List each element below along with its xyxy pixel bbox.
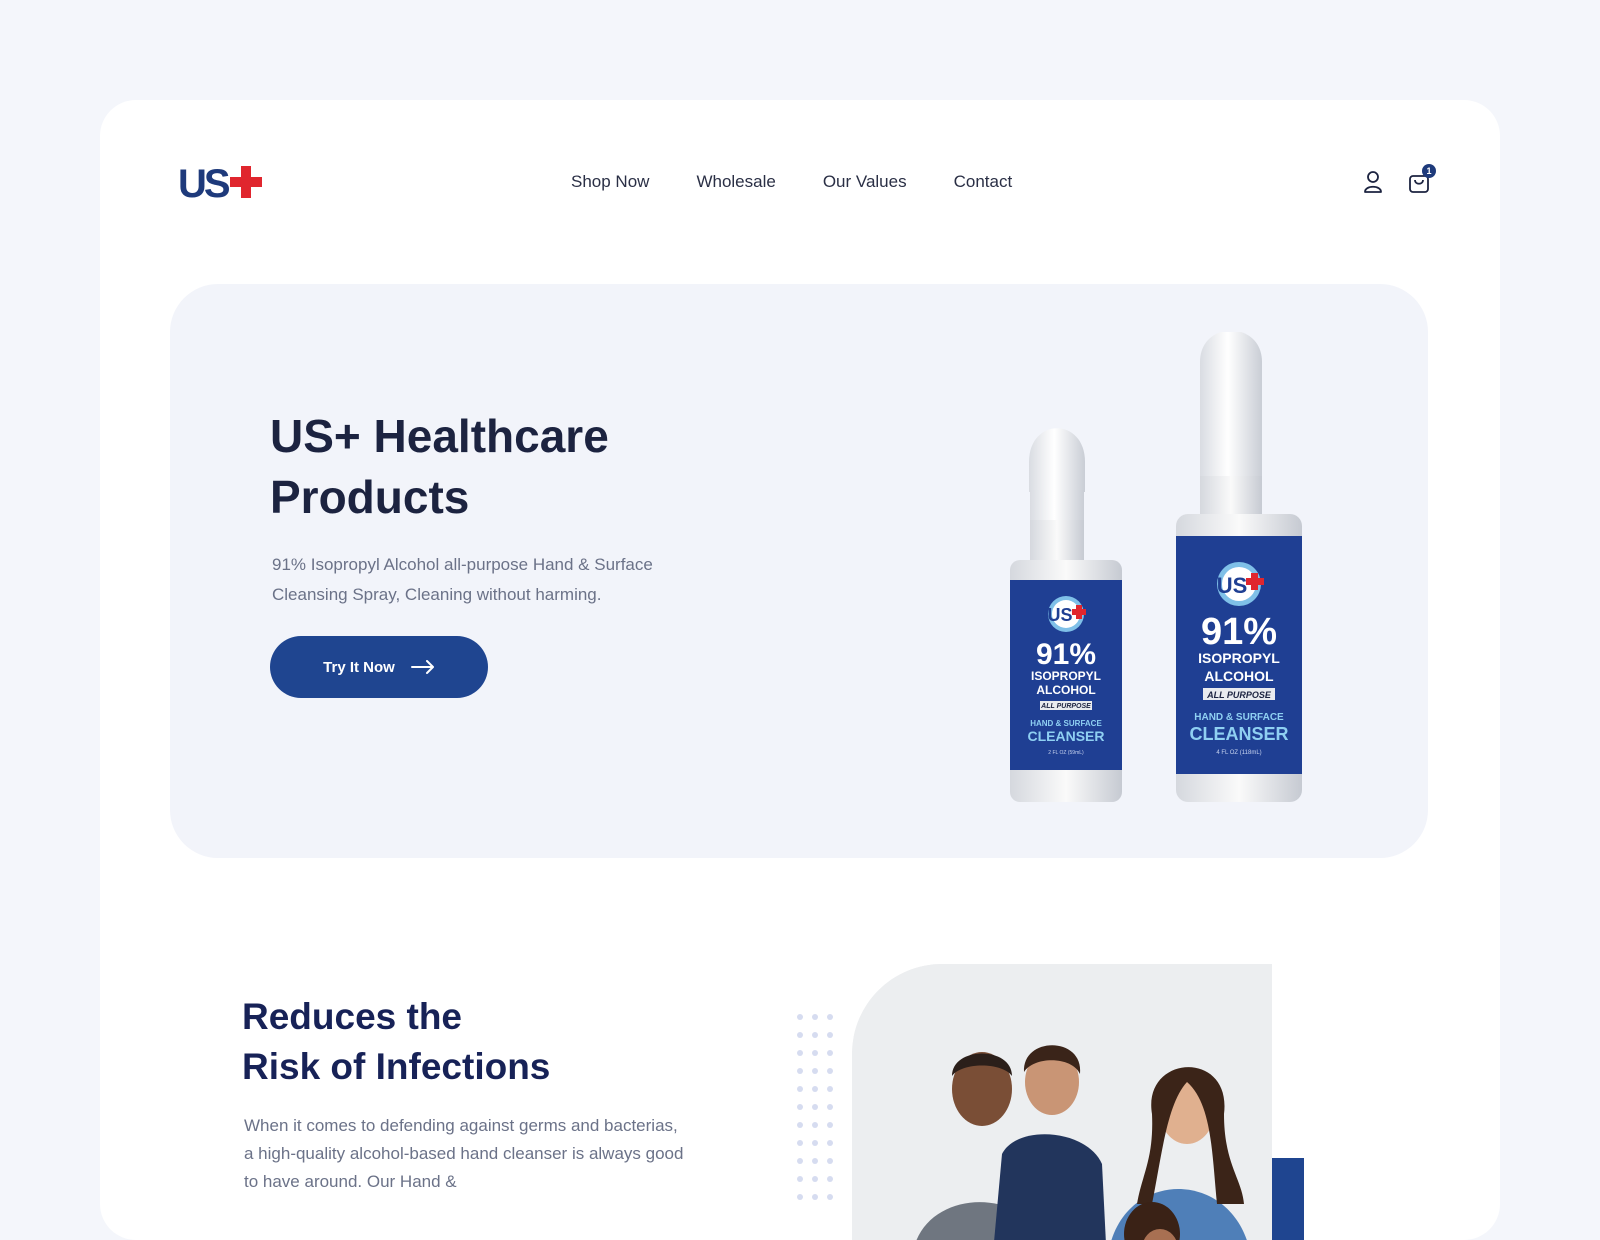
- large-bottle-line1: ISOPROPYL: [1198, 650, 1280, 666]
- small-bottle-tag: ALL PURPOSE: [1040, 703, 1091, 710]
- small-bottle-line2: ALCOHOL: [1036, 683, 1095, 697]
- small-bottle-logo: US: [1047, 605, 1072, 625]
- section-body-text: When it comes to defending against germs…: [244, 1116, 684, 1191]
- small-bottle-volume: 2 FL OZ (59mL): [1048, 750, 1084, 756]
- hero-title: US+ Healthcare Products: [270, 406, 750, 528]
- decorative-accent-block: [1272, 1158, 1304, 1240]
- nav-shop-now[interactable]: Shop Now: [571, 172, 649, 192]
- large-bottle-percent: 91%: [1201, 611, 1277, 653]
- nav-wholesale[interactable]: Wholesale: [696, 172, 775, 192]
- small-bottle-use: HAND & SURFACE: [1030, 719, 1102, 728]
- large-bottle-volume: 4 FL OZ (118mL): [1216, 750, 1261, 756]
- small-bottle: US 91% ISOPROPYL ALCOHOL ALL PURPOSE HAN…: [1010, 428, 1122, 802]
- nav-contact[interactable]: Contact: [954, 172, 1013, 192]
- decorative-dots: [797, 1014, 833, 1200]
- brand-logo[interactable]: US: [178, 162, 262, 207]
- section-title-line2: Risk of Infections: [242, 1046, 551, 1087]
- large-bottle: US 91% ISOPROPYL ALCOHOL ALL PURPOSE HAN…: [1176, 332, 1302, 802]
- small-bottle-type: CLEANSER: [1027, 728, 1104, 744]
- section-title-line1: Reduces the: [242, 996, 463, 1037]
- hero-subtitle: 91% Isopropyl Alcohol all-purpose Hand &…: [272, 555, 653, 604]
- hero-title-line1: US+ Healthcare: [270, 410, 609, 462]
- large-bottle-type: CLEANSER: [1189, 724, 1288, 744]
- large-bottle-logo: US: [1217, 573, 1248, 598]
- hero-banner: US+ Healthcare Products 91% Isopropyl Al…: [170, 284, 1428, 858]
- cart-count-badge: 1: [1422, 164, 1436, 178]
- user-icon[interactable]: [1362, 170, 1384, 194]
- small-bottle-line1: ISOPROPYL: [1031, 669, 1101, 683]
- header-actions: 1: [1362, 164, 1436, 194]
- main-nav: Shop Now Wholesale Our Values Contact: [571, 172, 1012, 192]
- cta-label: Try It Now: [323, 658, 395, 676]
- hero-title-line2: Products: [270, 471, 470, 523]
- shopping-bag-icon[interactable]: 1: [1408, 164, 1436, 194]
- large-bottle-tag: ALL PURPOSE: [1206, 690, 1272, 700]
- section-title: Reduces the Risk of Infections: [242, 992, 662, 1092]
- large-bottle-line2: ALCOHOL: [1204, 668, 1274, 684]
- family-photo-illustration: [852, 964, 1272, 1240]
- small-bottle-percent: 91%: [1036, 638, 1096, 671]
- family-photo: [852, 964, 1272, 1240]
- logo-text: US: [178, 162, 231, 206]
- nav-our-values[interactable]: Our Values: [823, 172, 907, 192]
- arrow-right-icon: [410, 660, 434, 674]
- try-it-now-button[interactable]: Try It Now: [270, 636, 488, 698]
- large-bottle-use: HAND & SURFACE: [1194, 712, 1284, 723]
- product-bottles-image: US 91% ISOPROPYL ALCOHOL ALL PURPOSE HAN…: [1010, 332, 1302, 802]
- logo-plus-icon: [229, 165, 262, 198]
- page-card: US Shop Now Wholesale Our Values Contact…: [100, 100, 1500, 1240]
